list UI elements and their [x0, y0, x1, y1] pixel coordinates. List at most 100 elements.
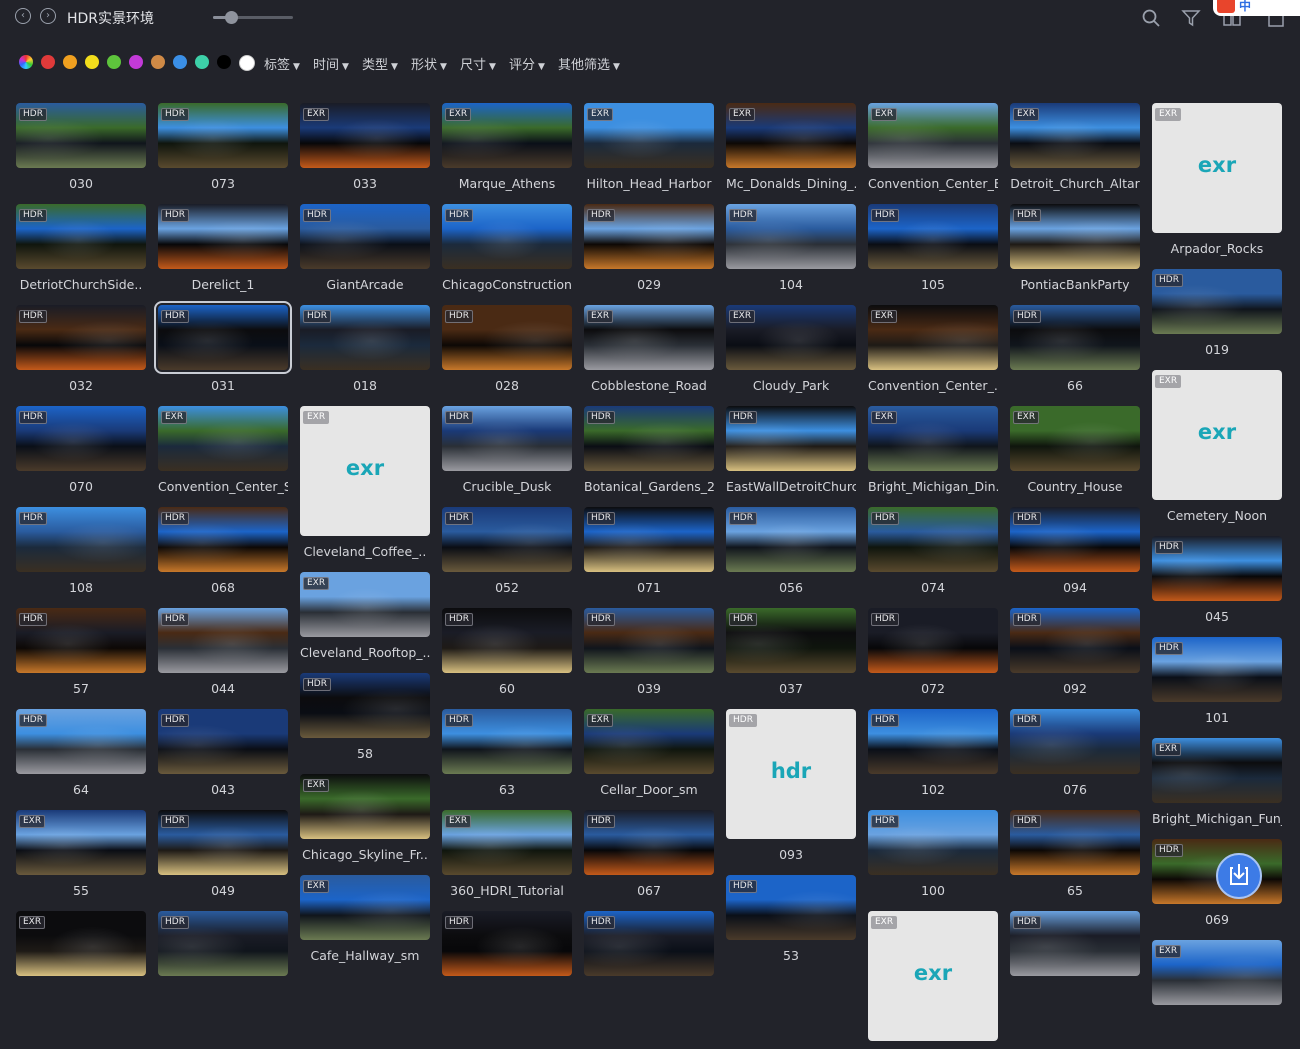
- asset-thumbnail[interactable]: hdr HDR: [726, 709, 856, 839]
- asset-card[interactable]: HDR Crucible_Dusk: [442, 406, 572, 494]
- asset-thumbnail[interactable]: HDR: [158, 709, 288, 774]
- asset-thumbnail[interactable]: EXR: [300, 774, 430, 839]
- asset-thumbnail[interactable]: EXR: [442, 810, 572, 875]
- asset-card[interactable]: EXR Mc_Donalds_Dining_..: [726, 103, 856, 191]
- asset-card[interactable]: HDR 049: [158, 810, 288, 898]
- zoom-slider-handle[interactable]: [224, 11, 238, 24]
- filter-menu[interactable]: 尺寸 ▼: [460, 54, 496, 73]
- asset-thumbnail[interactable]: EXR: [584, 709, 714, 774]
- asset-thumbnail[interactable]: HDR: [300, 305, 430, 370]
- asset-card[interactable]: EXR Marque_Athens: [442, 103, 572, 191]
- asset-card[interactable]: HDR ChicagoConstruction: [442, 204, 572, 292]
- asset-card[interactable]: HDR 031: [154, 301, 292, 393]
- asset-card[interactable]: HDR Botanical_Gardens_2: [584, 406, 714, 494]
- asset-thumbnail[interactable]: HDR: [442, 406, 572, 471]
- asset-thumbnail[interactable]: HDR: [154, 301, 292, 374]
- asset-thumbnail[interactable]: HDR: [726, 204, 856, 269]
- asset-card[interactable]: HDR 58: [300, 673, 430, 761]
- asset-card[interactable]: HDR 074: [868, 507, 998, 595]
- asset-card[interactable]: EXR Cobblestone_Road: [584, 305, 714, 393]
- asset-card[interactable]: HDR 028: [442, 305, 572, 393]
- asset-card[interactable]: HDR 102: [868, 709, 998, 797]
- asset-thumbnail[interactable]: HDR: [442, 911, 572, 976]
- asset-thumbnail[interactable]: HDR: [158, 103, 288, 168]
- asset-card[interactable]: EXR Cloudy_Park: [726, 305, 856, 393]
- asset-thumbnail[interactable]: HDR: [158, 608, 288, 673]
- asset-card[interactable]: EXR Convention_Center_S..: [158, 406, 288, 494]
- filter-menu[interactable]: 其他筛选 ▼: [558, 54, 620, 73]
- color-filter-swatch[interactable]: [239, 55, 255, 71]
- asset-thumbnail[interactable]: HDR: [1152, 637, 1282, 702]
- asset-card[interactable]: HDR 037: [726, 608, 856, 696]
- asset-thumbnail[interactable]: HDR: [442, 305, 572, 370]
- asset-card[interactable]: HDR 108: [16, 507, 146, 595]
- asset-thumbnail[interactable]: HDR: [1010, 204, 1140, 269]
- asset-card[interactable]: EXR Chicago_Skyline_Fr..: [300, 774, 430, 862]
- filter-menu[interactable]: 评分 ▼: [509, 54, 545, 73]
- color-filter-swatch[interactable]: [41, 55, 55, 69]
- asset-thumbnail[interactable]: EXR: [868, 305, 998, 370]
- search-icon[interactable]: [1141, 8, 1161, 28]
- asset-card[interactable]: HDR 052: [442, 507, 572, 595]
- asset-card[interactable]: EXR Convention_Center_B..: [868, 103, 998, 191]
- asset-card[interactable]: EXR Convention_Center_..: [868, 305, 998, 393]
- asset-thumbnail[interactable]: HDR: [584, 204, 714, 269]
- filter-menu[interactable]: 类型 ▼: [362, 54, 398, 73]
- asset-card[interactable]: HDR 105: [868, 204, 998, 292]
- color-filter-swatch[interactable]: [129, 55, 143, 69]
- asset-card[interactable]: HDR 032: [16, 305, 146, 393]
- asset-card[interactable]: HDR 57: [16, 608, 146, 696]
- asset-card[interactable]: HDR 092: [1010, 608, 1140, 696]
- asset-thumbnail[interactable]: HDR: [1152, 536, 1282, 601]
- asset-thumbnail[interactable]: HDR: [1152, 269, 1282, 334]
- asset-card[interactable]: HDR 53: [726, 875, 856, 963]
- asset-card[interactable]: HDR 030: [16, 103, 146, 191]
- forward-button[interactable]: ›: [40, 8, 56, 24]
- asset-thumbnail[interactable]: HDR: [300, 204, 430, 269]
- asset-thumbnail[interactable]: EXR: [868, 103, 998, 168]
- asset-thumbnail[interactable]: exr EXR: [300, 406, 430, 536]
- asset-card[interactable]: HDR 076: [1010, 709, 1140, 797]
- asset-thumbnail[interactable]: EXR: [726, 305, 856, 370]
- asset-thumbnail[interactable]: EXR: [868, 406, 998, 471]
- asset-thumbnail[interactable]: HDR: [442, 204, 572, 269]
- asset-card[interactable]: EXR: [16, 911, 146, 984]
- asset-card[interactable]: EXR Cellar_Door_sm: [584, 709, 714, 797]
- asset-card[interactable]: HDR 029: [584, 204, 714, 292]
- asset-card[interactable]: HDR 63: [442, 709, 572, 797]
- asset-thumbnail[interactable]: HDR: [16, 204, 146, 269]
- asset-card[interactable]: EXR: [1152, 940, 1282, 1013]
- asset-card[interactable]: HDR: [1010, 911, 1140, 984]
- asset-thumbnail[interactable]: EXR: [300, 572, 430, 637]
- asset-card[interactable]: EXR Bright_Michigan_Fun_..: [1152, 738, 1282, 826]
- asset-thumbnail[interactable]: HDR: [1010, 305, 1140, 370]
- asset-card[interactable]: HDR 067: [584, 810, 714, 898]
- asset-card[interactable]: exr EXR Cemetery_Noon: [1152, 370, 1282, 523]
- asset-thumbnail[interactable]: EXR: [1152, 940, 1282, 1005]
- asset-card[interactable]: HDR 045: [1152, 536, 1282, 624]
- asset-card[interactable]: EXR Cleveland_Rooftop_..: [300, 572, 430, 660]
- asset-card[interactable]: HDR 072: [868, 608, 998, 696]
- asset-card[interactable]: HDR 104: [726, 204, 856, 292]
- filter-menu[interactable]: 形状 ▼: [411, 54, 447, 73]
- asset-thumbnail[interactable]: HDR: [1010, 507, 1140, 572]
- asset-card[interactable]: HDR 018: [300, 305, 430, 393]
- asset-card[interactable]: HDR 043: [158, 709, 288, 797]
- asset-card[interactable]: HDR: [158, 911, 288, 984]
- asset-thumbnail[interactable]: HDR: [868, 810, 998, 875]
- asset-card[interactable]: EXR 360_HDRI_Tutorial: [442, 810, 572, 898]
- asset-card[interactable]: HDR 60: [442, 608, 572, 696]
- asset-thumbnail[interactable]: HDR: [584, 608, 714, 673]
- asset-card[interactable]: HDR 056: [726, 507, 856, 595]
- asset-card[interactable]: HDR 66: [1010, 305, 1140, 393]
- color-filter-swatch[interactable]: [173, 55, 187, 69]
- asset-thumbnail[interactable]: HDR: [584, 406, 714, 471]
- asset-thumbnail[interactable]: EXR: [584, 103, 714, 168]
- color-filter-all[interactable]: [19, 55, 33, 69]
- asset-thumbnail[interactable]: HDR: [16, 709, 146, 774]
- asset-card[interactable]: EXR Bright_Michigan_Din..: [868, 406, 998, 494]
- asset-card[interactable]: HDR DetriotChurchSide..: [16, 204, 146, 292]
- asset-thumbnail[interactable]: HDR: [868, 709, 998, 774]
- asset-card[interactable]: HDR 071: [584, 507, 714, 595]
- asset-thumbnail[interactable]: EXR: [1010, 406, 1140, 471]
